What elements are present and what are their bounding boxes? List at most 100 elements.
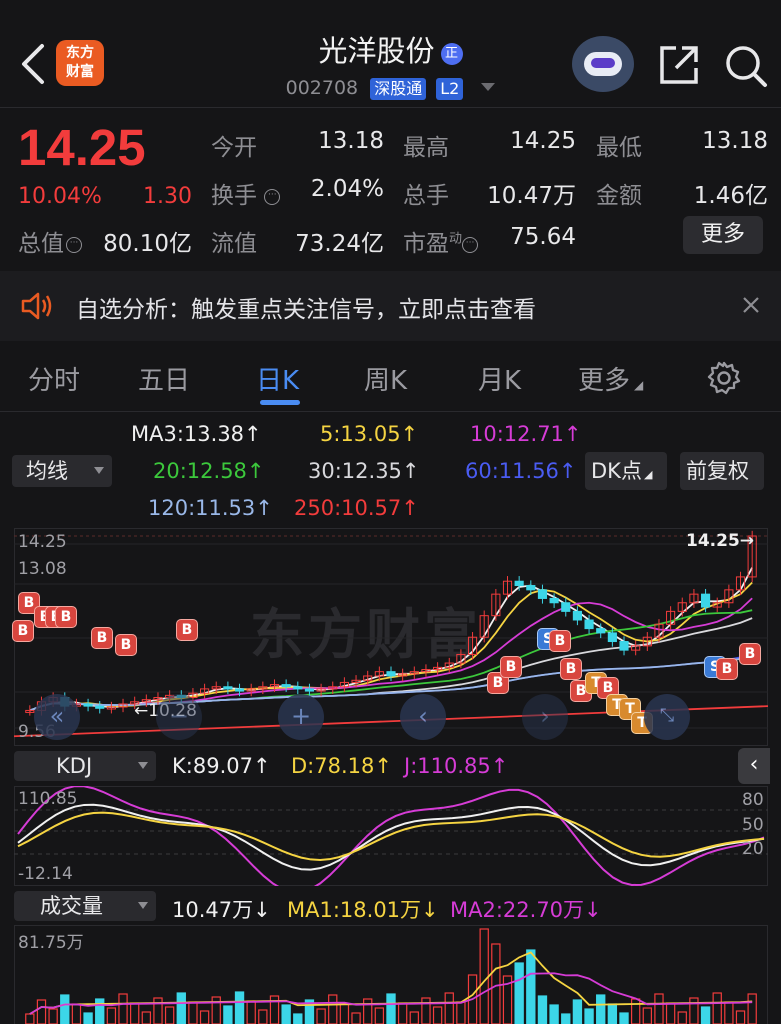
fullscreen-icon[interactable]: ⤡	[644, 694, 690, 740]
kdj-chart[interactable]	[14, 786, 768, 886]
volume-bar	[25, 1013, 35, 1024]
volume-bar	[71, 1003, 82, 1024]
kdj-k-value: K:89.07↑	[172, 754, 271, 778]
volume-bar	[630, 998, 641, 1024]
ma3-value: MA3:13.38↑	[131, 422, 262, 446]
share-icon[interactable]	[658, 44, 700, 86]
ma60-value: 60:11.56↑	[465, 459, 577, 483]
kdj-k-line	[17, 803, 765, 871]
ma10-value: 10:12.71↑	[470, 422, 582, 446]
banner-text[interactable]: 自选分析：触发重点关注信号，立即点击查看	[76, 290, 536, 324]
volume-bar	[735, 1010, 746, 1024]
buy-signal-marker[interactable]: B	[115, 634, 137, 656]
candle-body	[607, 632, 617, 643]
candle-body	[95, 705, 105, 709]
collapse-panel-icon[interactable]: ‹	[738, 748, 770, 784]
tag-level2: L2	[436, 78, 464, 100]
tab-monthly-k[interactable]: 月K	[478, 360, 521, 397]
info-icon[interactable]: ···	[66, 237, 82, 253]
kdj-j-line	[17, 786, 765, 886]
buy-signal-marker[interactable]: B	[500, 656, 522, 678]
volume-bar	[141, 1011, 152, 1024]
tab-more[interactable]: 更多 ◢	[578, 360, 643, 397]
candle-body	[596, 628, 606, 634]
volume-bar	[48, 1008, 58, 1024]
volume-bar	[561, 1013, 571, 1024]
volume-bar	[83, 1012, 93, 1024]
candle-body	[549, 597, 559, 604]
buy-signal-marker[interactable]: B	[560, 658, 582, 680]
candle-body	[386, 671, 396, 677]
scroll-left-icon[interactable]: ‹	[400, 694, 446, 740]
candle-body	[526, 585, 536, 591]
tab-indicator	[260, 400, 300, 405]
buy-signal-marker[interactable]: B	[549, 630, 571, 652]
volume-bar	[584, 1008, 594, 1024]
volume-bar	[572, 999, 583, 1024]
ma20-value: 20:12.58↑	[153, 459, 265, 483]
kline-y-mid: 13.08	[18, 559, 67, 579]
dropdown-caret-icon	[481, 83, 496, 91]
volume-bar	[444, 992, 454, 1024]
kdj-y-top: 110.85	[18, 789, 78, 809]
candle-body	[537, 589, 548, 599]
buy-signal-marker[interactable]: B	[12, 620, 34, 642]
fq-button[interactable]: 前复权	[680, 452, 764, 490]
scroll-left-fast-icon[interactable]: «	[34, 694, 80, 740]
buy-signal-marker[interactable]: B	[55, 606, 77, 628]
stock-name: 光洋股份	[318, 34, 435, 68]
pe-label-text: 市盈	[403, 231, 449, 257]
volume-bar	[234, 991, 245, 1024]
volume-bar	[153, 997, 163, 1024]
tab-wuri[interactable]: 五日	[138, 360, 190, 397]
open-value: 13.18	[318, 128, 384, 154]
volume-bar	[642, 1007, 652, 1024]
tab-weekly-k[interactable]: 周K	[364, 360, 407, 397]
close-icon[interactable]	[742, 296, 760, 314]
volume-bar	[409, 1011, 419, 1024]
ma-selector[interactable]: 均线	[12, 455, 112, 487]
buy-signal-marker[interactable]: B	[91, 627, 113, 649]
info-icon[interactable]: ···	[264, 189, 281, 205]
volume-bar	[537, 995, 548, 1024]
buy-signal-marker[interactable]: B	[739, 643, 761, 665]
volume-bar	[281, 1004, 291, 1024]
kdj-selector[interactable]: KDJ	[14, 751, 156, 781]
candle-body	[572, 610, 582, 621]
kdj-level-80: 80	[742, 790, 764, 810]
volume-bar	[700, 1006, 711, 1024]
kdj-d-line	[17, 811, 765, 861]
ma120-value: 120:11.53↑	[148, 496, 273, 520]
volume-selector[interactable]: 成交量	[14, 891, 156, 921]
volume-bar	[456, 1001, 466, 1024]
volume-bar	[164, 1006, 175, 1024]
volume-bar	[724, 1001, 734, 1024]
volume-chart[interactable]	[14, 925, 768, 1024]
scroll-right-icon[interactable]: ›	[522, 694, 568, 740]
dk-button[interactable]: DK点 ◢	[585, 452, 667, 490]
assistant-robot-icon[interactable]	[572, 36, 634, 92]
tab-fenshi[interactable]: 分时	[28, 360, 80, 397]
tab-daily-k[interactable]: 日K	[256, 360, 299, 397]
buy-signal-marker[interactable]: B	[716, 658, 738, 680]
zoom-in-icon[interactable]: +	[278, 694, 324, 740]
volume-bar	[654, 993, 664, 1024]
volume-bar	[665, 1002, 676, 1024]
candle-body	[223, 686, 233, 690]
settings-gear-icon[interactable]	[706, 360, 742, 396]
info-icon[interactable]: ···	[462, 237, 479, 253]
volume-bar	[374, 1007, 385, 1024]
ma30-value: 30:12.35↑	[308, 459, 420, 483]
zoom-out-icon[interactable]: −	[156, 694, 202, 740]
volume-bar	[293, 1013, 303, 1024]
more-button[interactable]: 更多	[683, 216, 763, 254]
volume-bar	[258, 1009, 268, 1024]
kdj-j-value: J:110.85↑	[404, 754, 509, 778]
volume-y-top: 81.75万	[18, 933, 84, 953]
buy-signal-marker[interactable]: B	[176, 619, 198, 641]
volume-bar	[677, 1011, 687, 1024]
amount-value: 1.46亿	[693, 183, 768, 209]
volume-bar	[339, 1003, 350, 1024]
search-icon[interactable]	[724, 44, 768, 88]
volume-value: 10.47万	[487, 183, 576, 209]
